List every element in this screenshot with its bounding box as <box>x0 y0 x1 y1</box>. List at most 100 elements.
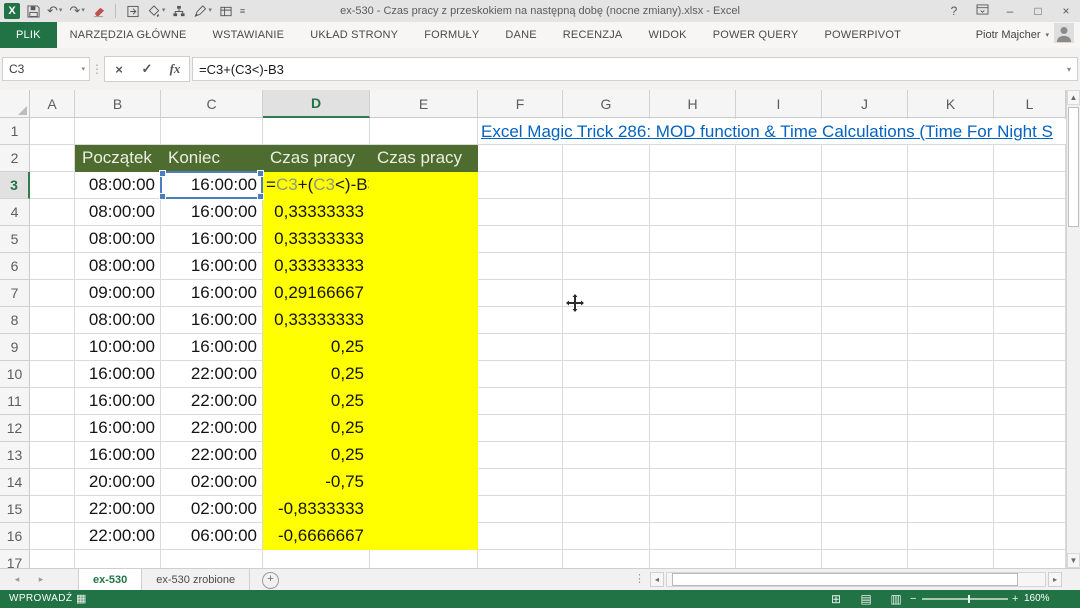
cell-A9[interactable] <box>30 334 75 361</box>
column-header-L[interactable]: L <box>994 90 1066 118</box>
excel-logo-icon[interactable]: X <box>4 3 20 19</box>
cell-G15[interactable] <box>563 496 650 523</box>
cell-C13[interactable]: 22:00:00 <box>161 442 263 469</box>
column-header-C[interactable]: C <box>161 90 263 118</box>
view-page-layout-icon[interactable]: ▤ <box>856 590 876 608</box>
cell-F8[interactable] <box>478 307 563 334</box>
tab-plik[interactable]: PLIK <box>0 22 57 48</box>
cell-C14[interactable]: 02:00:00 <box>161 469 263 496</box>
cell-I11[interactable] <box>736 388 822 415</box>
row-header-10[interactable]: 10 <box>0 361 30 388</box>
help-icon[interactable]: ? <box>940 0 968 22</box>
cell-L8[interactable] <box>994 307 1066 334</box>
cell-I13[interactable] <box>736 442 822 469</box>
save-icon[interactable] <box>27 5 40 18</box>
tabbar-splitter[interactable]: ⋮ <box>634 572 645 585</box>
row-header-14[interactable]: 14 <box>0 469 30 496</box>
cell-B10[interactable]: 16:00:00 <box>75 361 161 388</box>
cell-K10[interactable] <box>908 361 994 388</box>
cell-D4[interactable]: 0,33333333 <box>263 199 370 226</box>
cell-J3[interactable] <box>822 172 908 199</box>
formula-bar-expand-icon[interactable]: ▾ <box>1067 65 1071 74</box>
cell-D16[interactable]: -0,6666667 <box>263 523 370 550</box>
cell-B15[interactable]: 22:00:00 <box>75 496 161 523</box>
cell-G3[interactable] <box>563 172 650 199</box>
tab-widok[interactable]: WIDOK <box>635 22 699 48</box>
cell-L7[interactable] <box>994 280 1066 307</box>
cell-G17[interactable] <box>563 550 650 568</box>
row-header-12[interactable]: 12 <box>0 415 30 442</box>
cell-K16[interactable] <box>908 523 994 550</box>
cell-H9[interactable] <box>650 334 736 361</box>
select-all-corner[interactable] <box>0 90 30 118</box>
cell-E5[interactable] <box>370 226 478 253</box>
zoom-level[interactable]: 160% <box>1024 590 1050 608</box>
cell-F2[interactable] <box>478 145 563 172</box>
cell-C15[interactable]: 02:00:00 <box>161 496 263 523</box>
formula-bar-splitter[interactable]: ⋮ <box>90 62 104 76</box>
cell-L9[interactable] <box>994 334 1066 361</box>
cell-B1[interactable] <box>75 118 161 145</box>
tab-powerpivot[interactable]: POWERPIVOT <box>811 22 914 48</box>
cell-C16[interactable]: 06:00:00 <box>161 523 263 550</box>
column-header-F[interactable]: F <box>478 90 563 118</box>
cell-B17[interactable] <box>75 550 161 568</box>
cell-A16[interactable] <box>30 523 75 550</box>
cell-L6[interactable] <box>994 253 1066 280</box>
cell-F16[interactable] <box>478 523 563 550</box>
cell-D1[interactable] <box>263 118 370 145</box>
cell-I14[interactable] <box>736 469 822 496</box>
row-header-4[interactable]: 4 <box>0 199 30 226</box>
cell-E6[interactable] <box>370 253 478 280</box>
cell-C10[interactable]: 22:00:00 <box>161 361 263 388</box>
ribbon-display-options-icon[interactable] <box>968 0 996 22</box>
cell-F14[interactable] <box>478 469 563 496</box>
tab-formuly[interactable]: FORMUŁY <box>411 22 492 48</box>
cell-J11[interactable] <box>822 388 908 415</box>
cell-B16[interactable]: 22:00:00 <box>75 523 161 550</box>
cell-D8[interactable]: 0,33333333 <box>263 307 370 334</box>
cell-K17[interactable] <box>908 550 994 568</box>
cell-B6[interactable]: 08:00:00 <box>75 253 161 280</box>
cell-J9[interactable] <box>822 334 908 361</box>
cell-K12[interactable] <box>908 415 994 442</box>
formula-input[interactable]: =C3+(C3<)-B3 ▾ <box>192 57 1078 81</box>
cell-F13[interactable] <box>478 442 563 469</box>
cell-D3[interactable]: =C3+(C3<)-B3 <box>263 172 370 199</box>
cell-A8[interactable] <box>30 307 75 334</box>
cell-J14[interactable] <box>822 469 908 496</box>
cell-H14[interactable] <box>650 469 736 496</box>
column-header-D[interactable]: D <box>263 90 370 118</box>
cell-C12[interactable]: 22:00:00 <box>161 415 263 442</box>
cell-D6[interactable]: 0,33333333 <box>263 253 370 280</box>
sheet-tab-ex-530-zrobione[interactable]: ex-530 zrobione <box>142 569 250 590</box>
cell-A6[interactable] <box>30 253 75 280</box>
cell-B9[interactable]: 10:00:00 <box>75 334 161 361</box>
cell-F9[interactable] <box>478 334 563 361</box>
cell-I8[interactable] <box>736 307 822 334</box>
cell-H3[interactable] <box>650 172 736 199</box>
cell-F15[interactable] <box>478 496 563 523</box>
sheet-nav-right-icon[interactable]: ▸ <box>30 569 52 590</box>
cell-K2[interactable] <box>908 145 994 172</box>
insert-function-button[interactable]: fx <box>161 61 189 77</box>
cell-E11[interactable] <box>370 388 478 415</box>
cell-F10[interactable] <box>478 361 563 388</box>
tab-wstawianie[interactable]: WSTAWIANIE <box>200 22 298 48</box>
cancel-button[interactable]: × <box>105 62 133 77</box>
cell-D12[interactable]: 0,25 <box>263 415 370 442</box>
cell-K5[interactable] <box>908 226 994 253</box>
cell-E8[interactable] <box>370 307 478 334</box>
cell-K11[interactable] <box>908 388 994 415</box>
cell-C5[interactable]: 16:00:00 <box>161 226 263 253</box>
cell-B8[interactable]: 08:00:00 <box>75 307 161 334</box>
cell-H11[interactable] <box>650 388 736 415</box>
cell-J13[interactable] <box>822 442 908 469</box>
cell-E13[interactable] <box>370 442 478 469</box>
cell-D5[interactable]: 0,33333333 <box>263 226 370 253</box>
cell-A13[interactable] <box>30 442 75 469</box>
cell-H8[interactable] <box>650 307 736 334</box>
cell-E4[interactable] <box>370 199 478 226</box>
cell-E2[interactable]: Czas pracy <box>370 145 478 172</box>
cell-G16[interactable] <box>563 523 650 550</box>
